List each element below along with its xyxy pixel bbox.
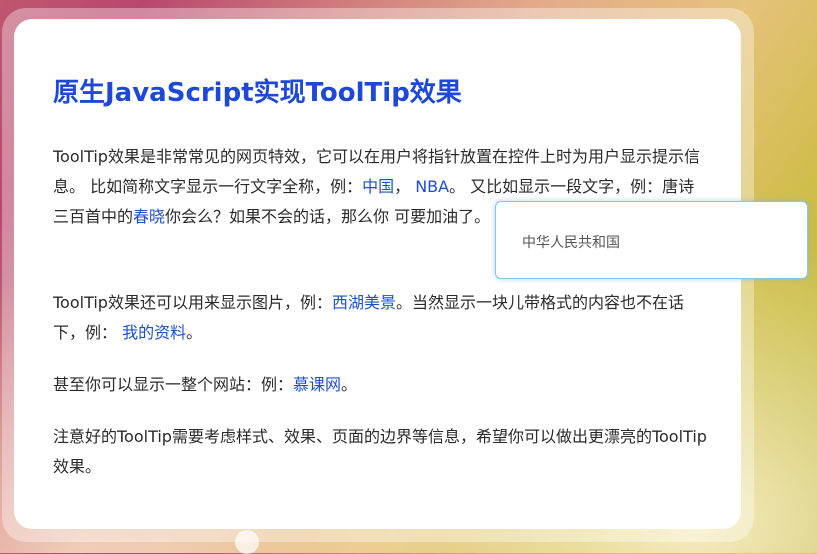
- link-profile[interactable]: 我的资料: [122, 323, 186, 342]
- paragraph-text: 你会么？如果不会的话，那么你 可要加油了。: [165, 207, 491, 226]
- link-china[interactable]: 中国: [362, 177, 394, 196]
- link-xihu[interactable]: 西湖美景: [332, 293, 396, 312]
- paragraph-text: ToolTip效果还可以用来显示图片，例：: [53, 293, 332, 312]
- paragraph-text: 。: [186, 323, 203, 342]
- tooltip-popup: 中华人民共和国: [495, 201, 808, 279]
- decorative-light: [235, 530, 259, 554]
- paragraph-text: ，: [394, 177, 416, 196]
- tooltip-text: 中华人民共和国: [522, 235, 620, 251]
- paragraph-text: 注意好的ToolTip需要考虑样式、效果、页面的边界等信息，希望你可以做出更漂亮…: [53, 427, 707, 476]
- paragraph-website: 甚至你可以显示一整个网站：例：慕课网。: [53, 370, 708, 400]
- link-chunxiao[interactable]: 春晓: [133, 207, 165, 226]
- link-nba[interactable]: NBA: [415, 177, 449, 196]
- paragraph-notes: 注意好的ToolTip需要考虑样式、效果、页面的边界等信息，希望你可以做出更漂亮…: [53, 422, 708, 482]
- paragraph-text: 。: [341, 375, 358, 394]
- link-mooc[interactable]: 慕课网: [293, 375, 341, 394]
- page-title: 原生JavaScript实现ToolTip效果: [53, 78, 462, 108]
- paragraph-images: ToolTip效果还可以用来显示图片，例：西湖美景。当然显示一块儿带格式的内容也…: [53, 288, 708, 348]
- paragraph-text: 甚至你可以显示一整个网站：例：: [53, 375, 294, 394]
